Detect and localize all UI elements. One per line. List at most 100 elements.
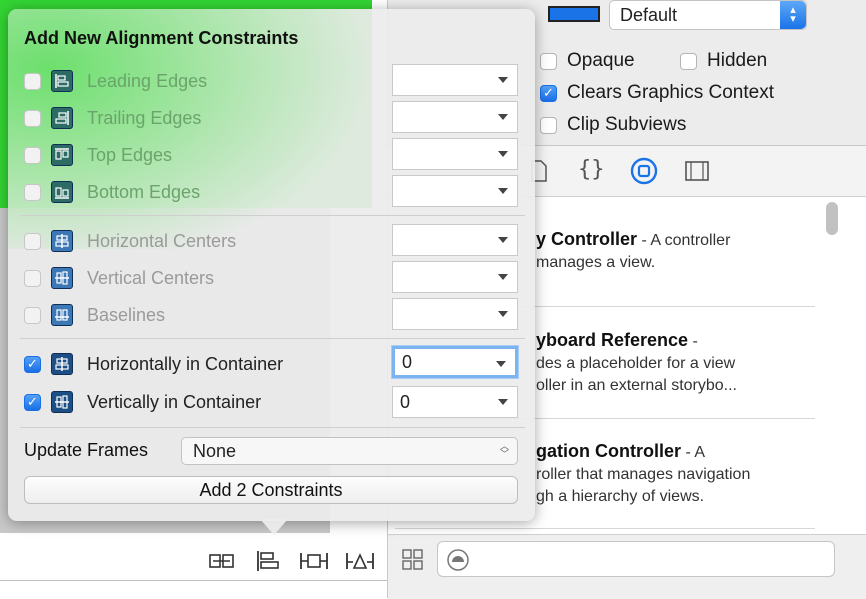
- resolve-issues-icon[interactable]: [345, 548, 375, 574]
- vertical-centers-checkbox[interactable]: [24, 269, 41, 287]
- library-item-desc: oller in an external storybo...: [536, 377, 737, 394]
- popover-arrow: [260, 519, 288, 535]
- baselines-row[interactable]: Baselines: [24, 300, 165, 330]
- dropdown-arrow-icon: [498, 399, 508, 405]
- dropdown-arrow-icon: [498, 237, 508, 243]
- vertically-in-container-value-text: 0: [400, 391, 411, 412]
- background-color-well[interactable]: [540, 0, 608, 30]
- clip-subviews-checkbox[interactable]: [540, 116, 557, 134]
- popover-separator: [20, 338, 525, 339]
- horizontally-in-container-label: Horizontally in Container: [87, 353, 284, 374]
- vertical-centers-row[interactable]: Vertical Centers: [24, 263, 214, 293]
- trailing-edges-icon: [51, 107, 73, 129]
- leading-edges-checkbox[interactable]: [24, 72, 41, 90]
- dropdown-arrow-icon: [498, 151, 508, 157]
- library-item-desc: des a placeholder for a view: [536, 355, 736, 372]
- top-edges-row[interactable]: Top Edges: [24, 140, 172, 170]
- media-library-icon[interactable]: [684, 160, 710, 187]
- library-separator: [395, 528, 815, 529]
- horizontal-centers-icon: [51, 230, 73, 252]
- bottom-edges-value[interactable]: [392, 175, 518, 207]
- vertical-centers-label: Vertical Centers: [87, 267, 215, 288]
- opaque-checkbox[interactable]: [540, 52, 557, 70]
- add-constraints-button[interactable]: Add 2 Constraints: [24, 476, 518, 504]
- horizontally-in-container-value[interactable]: 0: [392, 346, 518, 378]
- library-item-navigation-controller[interactable]: gation Controller - A roller that manage…: [536, 440, 866, 508]
- clip-subviews-label: Clip Subviews: [567, 114, 687, 135]
- bottom-edges-row[interactable]: Bottom Edges: [24, 177, 200, 207]
- baselines-checkbox[interactable]: [24, 306, 41, 324]
- dropdown-arrow-icon: [498, 188, 508, 194]
- library-item-desc: gh a hierarchy of views.: [536, 488, 705, 505]
- opaque-option[interactable]: Opaque: [540, 50, 635, 72]
- vertically-in-container-value[interactable]: 0: [392, 386, 518, 418]
- baselines-label: Baselines: [87, 304, 166, 325]
- background-popup[interactable]: Default ▴ ▾: [609, 0, 807, 30]
- opaque-label: Opaque: [567, 50, 635, 71]
- bottom-edges-icon: [51, 181, 73, 203]
- library-item-title: gation Controller: [536, 441, 681, 461]
- vertically-in-container-icon: [51, 391, 73, 413]
- leading-edges-icon: [51, 70, 73, 92]
- align-icon[interactable]: [253, 548, 283, 574]
- clip-subviews-option[interactable]: Clip Subviews: [540, 114, 686, 136]
- top-edges-icon: [51, 144, 73, 166]
- object-library-icon[interactable]: [630, 157, 658, 190]
- dropdown-arrow-icon: [498, 311, 508, 317]
- clears-graphics-option[interactable]: ✓ Clears Graphics Context: [540, 82, 774, 104]
- top-edges-checkbox[interactable]: [24, 146, 41, 164]
- dropdown-arrow-icon: [498, 77, 508, 83]
- library-item-storyboard-reference[interactable]: yboard Reference - des a placeholder for…: [536, 329, 866, 397]
- grid-view-icon[interactable]: [401, 548, 425, 577]
- background-popup-value: Default: [620, 4, 678, 25]
- library-item-desc: - A: [681, 444, 706, 461]
- leading-edges-label: Leading Edges: [87, 70, 208, 91]
- baselines-icon: [51, 304, 73, 326]
- horizontal-centers-checkbox[interactable]: [24, 232, 41, 250]
- stepper-arrows-icon: ▴ ▾: [780, 1, 806, 29]
- library-filter-field[interactable]: [437, 541, 835, 577]
- leading-edges-row[interactable]: Leading Edges: [24, 66, 207, 96]
- dropdown-arrow-icon: [498, 114, 508, 120]
- vertical-centers-value[interactable]: [392, 261, 518, 293]
- popover-separator: [20, 215, 525, 216]
- vertically-in-container-row[interactable]: ✓ Vertically in Container: [24, 387, 261, 417]
- filter-icon: [447, 549, 469, 571]
- pin-icon[interactable]: [299, 548, 329, 574]
- top-edges-label: Top Edges: [87, 144, 173, 165]
- code-snippet-icon[interactable]: {}: [578, 157, 605, 182]
- trailing-edges-checkbox[interactable]: [24, 109, 41, 127]
- bottom-edges-label: Bottom Edges: [87, 181, 201, 202]
- bottom-edges-checkbox[interactable]: [24, 183, 41, 201]
- baselines-value[interactable]: [392, 298, 518, 330]
- dropdown-arrow-icon: [498, 274, 508, 280]
- horizontal-centers-row[interactable]: Horizontal Centers: [24, 226, 236, 256]
- hidden-option[interactable]: Hidden: [680, 50, 767, 72]
- horizontal-centers-label: Horizontal Centers: [87, 230, 237, 251]
- top-edges-value[interactable]: [392, 138, 518, 170]
- trailing-edges-row[interactable]: Trailing Edges: [24, 103, 201, 133]
- library-item-desc: -: [688, 333, 698, 350]
- library-item-desc: - A controller: [637, 232, 731, 249]
- library-item-desc: roller that manages navigation: [536, 466, 751, 483]
- hidden-checkbox[interactable]: [680, 52, 697, 70]
- library-item-view-controller[interactable]: y Controller - A controller manages a vi…: [536, 228, 866, 274]
- library-item-desc: manages a view.: [536, 254, 656, 271]
- horizontally-in-container-row[interactable]: ✓ Horizontally in Container: [24, 349, 283, 379]
- update-frames-popup[interactable]: None ︿ ﹀: [181, 437, 518, 465]
- leading-edges-value[interactable]: [392, 64, 518, 96]
- clears-graphics-checkbox[interactable]: ✓: [540, 84, 557, 102]
- horizontally-in-container-value-text: 0: [402, 351, 413, 372]
- popover-title: Add New Alignment Constraints: [24, 28, 299, 48]
- vertically-in-container-label: Vertically in Container: [87, 391, 262, 412]
- stack-icon[interactable]: [207, 548, 237, 574]
- horizontal-centers-value[interactable]: [392, 224, 518, 256]
- vertically-in-container-checkbox[interactable]: ✓: [24, 393, 41, 411]
- trailing-edges-value[interactable]: [392, 101, 518, 133]
- horizontally-in-container-checkbox[interactable]: ✓: [24, 355, 41, 373]
- horizontally-in-container-icon: [51, 353, 73, 375]
- library-item-title: yboard Reference: [536, 330, 689, 350]
- up-down-arrows-icon: ︿ ﹀: [499, 441, 509, 459]
- update-frames-label: Update Frames: [24, 440, 149, 460]
- library-item-title: y Controller: [536, 229, 638, 249]
